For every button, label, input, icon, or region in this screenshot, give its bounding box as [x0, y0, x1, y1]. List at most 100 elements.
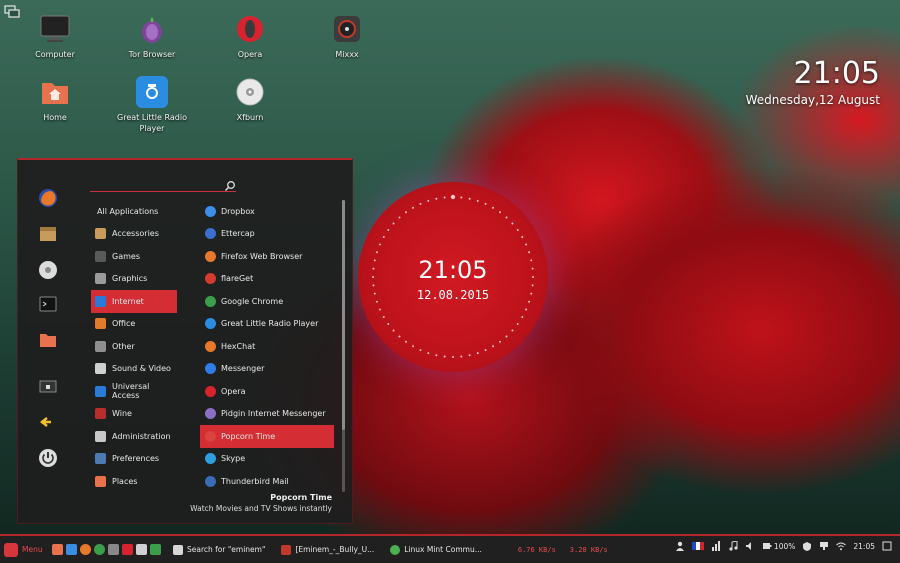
terminal-icon[interactable]: [38, 294, 58, 314]
dial-dot: [392, 222, 395, 225]
dial-dot: [511, 329, 514, 332]
task-label: [Eminem_-_Bully_U...: [295, 545, 375, 554]
image-launcher-icon[interactable]: [136, 544, 147, 555]
menu-app-google-chrome[interactable]: Google Chrome: [200, 290, 334, 313]
dial-dot: [378, 243, 381, 246]
menu-category-administration[interactable]: Administration: [91, 425, 177, 448]
menu-category-label: Sound & Video: [112, 364, 171, 374]
dial-dot: [412, 206, 414, 209]
signal-icon[interactable]: [711, 541, 721, 551]
logout-icon[interactable]: [38, 412, 58, 432]
desktop-icon-computer[interactable]: Computer: [15, 13, 95, 60]
menu-category-wine[interactable]: Wine: [91, 403, 177, 426]
scrollbar-thumb[interactable]: [342, 200, 345, 430]
task-search-eminem[interactable]: Search for "eminem": [169, 540, 269, 560]
wifi-icon[interactable]: [836, 541, 847, 551]
menu-app-label: Popcorn Time: [221, 431, 276, 441]
power-icon[interactable]: [38, 448, 58, 468]
menu-app-skype[interactable]: Skype: [200, 448, 334, 471]
network-icon[interactable]: [819, 541, 829, 551]
desktop-icon-xfburn[interactable]: Xfburn: [210, 76, 290, 123]
france-flag-icon[interactable]: [691, 542, 704, 550]
update-manager-icon[interactable]: [802, 541, 812, 551]
dial-dot: [511, 222, 514, 225]
search-icon[interactable]: [224, 177, 236, 192]
battery-indicator[interactable]: 100%: [762, 541, 795, 551]
menu-app-pidgin-internet-messenger[interactable]: Pidgin Internet Messenger: [200, 403, 334, 426]
music-note-icon[interactable]: [728, 541, 738, 551]
dial-dot: [460, 196, 463, 199]
dial-dot: [378, 308, 381, 311]
menu-app-hexchat[interactable]: HexChat: [200, 335, 334, 358]
dial-dot: [382, 316, 385, 318]
disc-icon[interactable]: [38, 260, 58, 280]
user-icon[interactable]: [675, 541, 685, 551]
app-icon: [205, 340, 216, 352]
dial-dot: [505, 335, 508, 338]
menu-app-popcorn-time[interactable]: Popcorn Time: [200, 425, 334, 448]
mint-logo-icon: [4, 542, 18, 557]
app-icon: [205, 273, 216, 285]
folder-icon[interactable]: [38, 330, 58, 350]
app-icon: [205, 430, 216, 442]
app-launcher-icon[interactable]: [150, 544, 161, 555]
menu-category-label: All Applications: [97, 206, 159, 216]
show-desktop-icon[interactable]: [882, 541, 892, 551]
lock-screen-icon[interactable]: [38, 376, 58, 396]
firefox-launcher-icon[interactable]: [80, 544, 91, 555]
app-icon: [205, 475, 216, 487]
menu-app-firefox-web-browser[interactable]: Firefox Web Browser: [200, 245, 334, 268]
terminal-launcher-icon[interactable]: [66, 544, 77, 555]
dial-dot: [382, 236, 385, 238]
app-icon: [205, 295, 216, 307]
menu-app-thunderbird-mail[interactable]: Thunderbird Mail: [200, 470, 334, 493]
desktop-icon-opera[interactable]: Opera: [210, 13, 290, 60]
menu-category-accessories[interactable]: Accessories: [91, 223, 177, 246]
firefox-icon[interactable]: [38, 188, 58, 208]
menu-category-other[interactable]: Other: [91, 335, 177, 358]
chrome-launcher-icon[interactable]: [94, 544, 105, 555]
menu-category-all-applications[interactable]: All Applications: [91, 200, 177, 223]
menu-app-great-little-radio-player[interactable]: Great Little Radio Player: [200, 313, 334, 336]
folder-launcher-icon[interactable]: [122, 544, 133, 555]
desktop-icon-mixxx[interactable]: Mixxx: [307, 13, 387, 60]
menu-app-ettercap[interactable]: Ettercap: [200, 223, 334, 246]
menu-category-games[interactable]: Games: [91, 245, 177, 268]
task-eminem-bully[interactable]: [Eminem_-_Bully_U...: [277, 540, 378, 560]
menu-app-opera[interactable]: Opera: [200, 380, 334, 403]
volume-icon[interactable]: [745, 541, 755, 551]
package-icon[interactable]: [38, 224, 58, 244]
menu-app-dropbox[interactable]: Dropbox: [200, 200, 334, 223]
menu-button[interactable]: Menu: [0, 542, 48, 557]
menu-category-label: Office: [112, 319, 136, 329]
menu-app-label: Opera: [221, 386, 246, 396]
desktop-icon-great-little-radio-player[interactable]: Great Little Radio Player: [112, 76, 192, 134]
menu-category-preferences[interactable]: Preferences: [91, 448, 177, 471]
files-launcher-icon[interactable]: [52, 544, 63, 555]
menu-category-office[interactable]: Office: [91, 313, 177, 336]
desktop-icon-home[interactable]: Home: [15, 76, 95, 123]
dial-dot: [427, 352, 430, 355]
menu-category-places[interactable]: Places: [91, 470, 177, 493]
desktop-icon-tor-browser[interactable]: Tor Browser: [112, 13, 192, 60]
menu-favorites-sidebar: [18, 160, 76, 523]
task-linux-mint-community[interactable]: Linux Mint Commu...: [386, 540, 486, 560]
selected-app-description: Popcorn Time Watch Movies and TV Shows i…: [190, 493, 332, 513]
menu-category-graphics[interactable]: Graphics: [91, 268, 177, 291]
menu-category-internet[interactable]: Internet: [91, 290, 177, 313]
menu-category-label: Places: [112, 476, 138, 486]
menu-search-input[interactable]: [90, 181, 220, 196]
menu-category-universal-access[interactable]: Universal Access: [91, 380, 177, 403]
menu-category-sound-video[interactable]: Sound & Video: [91, 358, 177, 381]
settings-launcher-icon[interactable]: [108, 544, 119, 555]
desktop-icon-label: Tor Browser: [128, 50, 176, 59]
dial-dot: [392, 329, 395, 332]
menu-app-messenger[interactable]: Messenger: [200, 358, 334, 381]
app-list-scrollbar[interactable]: [342, 200, 345, 492]
menu-app-label: Skype: [221, 454, 246, 464]
menu-app-flareget[interactable]: flareGet: [200, 268, 334, 291]
window-icon: [173, 544, 183, 555]
menu-app-label: Dropbox: [221, 206, 255, 216]
menu-app-label: HexChat: [221, 341, 256, 351]
category-icon: [95, 318, 106, 330]
